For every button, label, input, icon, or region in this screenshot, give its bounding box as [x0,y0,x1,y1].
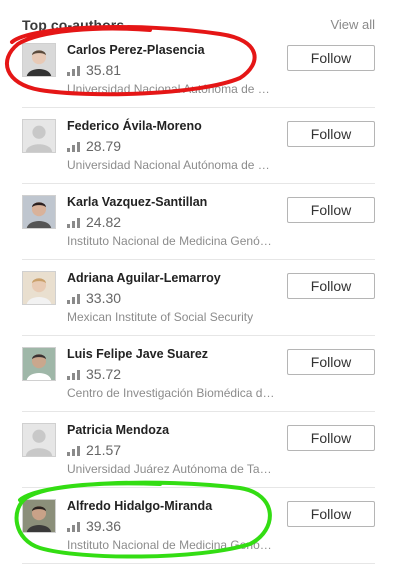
author-name[interactable]: Adriana Aguilar-Lemarroy [67,271,221,285]
avatar[interactable] [22,499,56,533]
follow-button[interactable]: Follow [287,425,375,451]
author-institution: Instituto Nacional de Medicina Genómica [67,234,275,248]
section-title: Top co-authors [22,17,125,33]
author-score: 33.30 [67,290,121,306]
author-score: 35.81 [67,62,121,78]
follow-button[interactable]: Follow [287,197,375,223]
author-institution: Universidad Juárez Autónoma de Tabasco [67,462,275,476]
avatar[interactable] [22,271,56,305]
follow-button[interactable]: Follow [287,45,375,71]
stats-bars-icon [67,369,80,380]
score-value: 35.72 [86,366,122,382]
avatar[interactable] [22,423,56,457]
stats-bars-icon [67,521,80,532]
avatar[interactable] [22,119,56,153]
co-author-item: Federico Ávila-Moreno 28.79 Universidad Na… [22,109,375,184]
score-value: 28.79 [86,138,122,154]
stats-bars-icon [67,217,80,228]
author-name[interactable]: Federico Ávila-Moreno [67,119,202,133]
author-score: 39.36 [67,518,121,534]
stats-bars-icon [67,293,80,304]
co-author-item: Luis Felipe Jave Suarez 35.72 Centro de In… [22,337,375,412]
author-score: 28.79 [67,138,121,154]
author-name[interactable]: Carlos Perez-Plasencia [67,43,205,57]
author-institution: Centro de Investigación Biomédica de Occ… [67,386,275,400]
stats-bars-icon [67,445,80,456]
author-score: 21.57 [67,442,121,458]
author-name[interactable]: Karla Vazquez-Santillan [67,195,207,209]
co-author-item: Adriana Aguilar-Lemarroy 33.30 Mexican Ins… [22,261,375,336]
avatar[interactable] [22,43,56,77]
author-institution: Universidad Nacional Autónoma de México [67,158,275,172]
author-name[interactable]: Luis Felipe Jave Suarez [67,347,208,361]
author-name[interactable]: Alfredo Hidalgo-Miranda [67,499,212,513]
author-score: 24.82 [67,214,121,230]
view-all-link[interactable]: View all [330,17,375,32]
avatar[interactable] [22,195,56,229]
score-value: 33.30 [86,290,122,306]
author-institution: Mexican Institute of Social Security [67,310,254,324]
follow-button[interactable]: Follow [287,273,375,299]
author-name[interactable]: Patricia Mendoza [67,423,169,437]
avatar[interactable] [22,347,56,381]
author-institution: Instituto Nacional de Medicina Genómica [67,538,275,552]
score-value: 21.57 [86,442,122,458]
stats-bars-icon [67,65,80,76]
co-author-item: Carlos Perez-Plasencia 35.81 Universidad N… [22,33,375,108]
co-author-item: Patricia Mendoza 21.57 Universidad Juárez … [22,413,375,488]
author-institution: Universidad Nacional Autónoma de México [67,82,275,96]
co-author-list: Carlos Perez-Plasencia 35.81 Universidad N… [22,33,375,565]
co-author-item: Karla Vazquez-Santillan 24.82 Instituto Na… [22,185,375,260]
stats-bars-icon [67,141,80,152]
score-value: 35.81 [86,62,122,78]
author-score: 35.72 [67,366,121,382]
follow-button[interactable]: Follow [287,121,375,147]
follow-button[interactable]: Follow [287,349,375,375]
follow-button[interactable]: Follow [287,501,375,527]
score-value: 39.36 [86,518,122,534]
score-value: 24.82 [86,214,122,230]
co-author-item: Alfredo Hidalgo-Miranda 39.36 Instituto Na… [22,489,375,564]
